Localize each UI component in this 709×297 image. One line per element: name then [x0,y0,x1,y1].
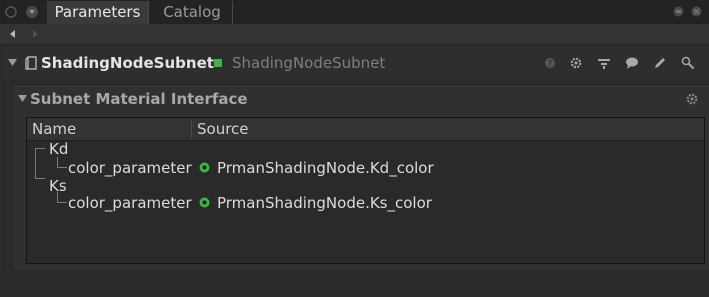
group-title[interactable]: Subnet Material Interface [30,90,248,108]
node-name[interactable]: ShadingNodeSubnet [41,54,214,72]
help-icon[interactable]: ? [543,56,557,70]
panel-footer [0,270,709,297]
panel-tab-bar: Parameters Catalog [0,0,709,24]
search-icon[interactable] [681,56,695,70]
edit-icon[interactable] [653,56,667,70]
link-icon [199,162,210,173]
tree-row[interactable]: color_parameter PrmanShadingNode.Kd_colo… [27,159,704,177]
tree-row[interactable]: color_parameter PrmanShadingNode.Ks_colo… [27,194,704,212]
node-header: ShadingNodeSubnet ShadingNodeSubnet ? [3,47,709,80]
collapse-triangle-icon[interactable] [8,59,17,67]
tab-parameters[interactable]: Parameters [47,1,149,24]
tab-catalog[interactable]: Catalog [152,1,233,24]
comment-icon[interactable] [625,56,639,70]
column-header-source[interactable]: Source [197,120,249,138]
node-type-label: ShadingNodeSubnet [232,54,386,72]
view-icon[interactable] [597,56,611,70]
link-icon [199,197,210,208]
pane-corner-icon[interactable] [4,5,18,19]
forward-arrow-icon[interactable] [30,29,40,39]
panel-left-rule [3,80,4,270]
row-source: PrmanShadingNode.Ks_color [217,194,432,212]
node-page-icon [25,56,37,70]
row-source: PrmanShadingNode.Kd_color [217,159,434,177]
interface-tree[interactable]: Name Source Kd color_parameter PrmanShad… [26,117,705,264]
tree-header: Name Source [27,118,704,141]
back-arrow-icon[interactable] [8,29,18,39]
node-status-indicator [214,59,222,67]
row-name: color_parameter [68,194,192,212]
tab-menu-icon[interactable] [25,5,39,19]
collapse-triangle-icon[interactable] [18,95,27,103]
pane-options-icon[interactable] [673,6,684,17]
row-name: Ks [49,177,67,195]
column-header-name[interactable]: Name [32,120,76,138]
gear-icon[interactable] [685,92,699,106]
tree-row[interactable]: Ks [27,177,704,195]
navigation-bar [0,24,709,45]
pane-close-icon[interactable] [691,6,702,17]
gear-icon[interactable] [569,56,583,70]
row-name: color_parameter [68,159,192,177]
tree-row[interactable]: Kd [27,140,704,158]
svg-text:?: ? [548,59,552,68]
column-separator[interactable] [191,120,192,138]
row-name: Kd [49,140,69,158]
